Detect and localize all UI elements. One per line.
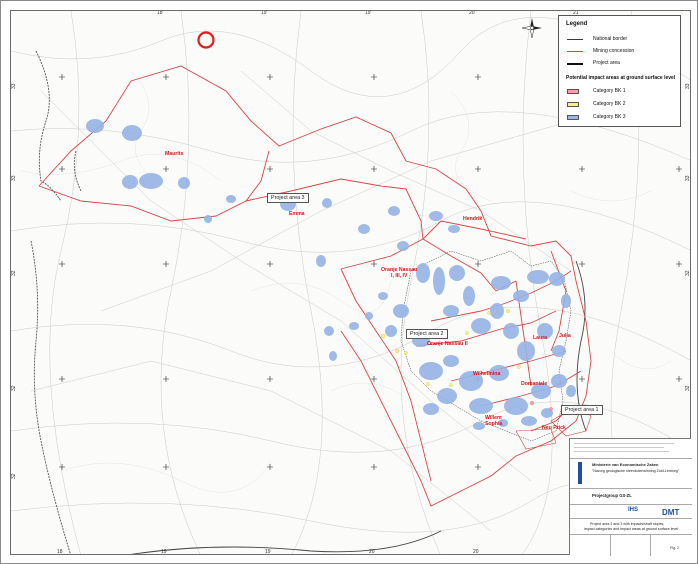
title-block-meta: Fig. 2	[570, 535, 692, 556]
grid-label-left: 32	[11, 385, 17, 391]
drawing-title-line-2: impact categories and impact areas at gr…	[584, 527, 679, 531]
north-arrow-icon	[521, 18, 542, 39]
ihs-logo: IHS	[628, 507, 639, 513]
concession-label-wilhelmina: Wilhelmina	[473, 371, 501, 377]
concession-label-sophia: Sophia	[485, 421, 503, 427]
concession-label-emma: Emma	[289, 211, 305, 217]
project-area-3-label[interactable]: Project area 3	[267, 193, 309, 203]
grid-label-bottom: 19	[161, 549, 167, 555]
legend-item-label: Category BK 1	[593, 88, 626, 94]
map-sheet: 18 19 19 20 21 18 19 19 20 20 33 33 32 3…	[0, 0, 698, 564]
grid-label-left: 32	[11, 270, 17, 276]
grid-label-bottom: 20	[369, 549, 375, 555]
project-area-1-label[interactable]: Project area 1	[561, 405, 603, 415]
ministry-name: Ministerie van Economische Zaken	[592, 462, 659, 467]
legend-subtitle: Potential impact areas at ground surface…	[566, 75, 676, 81]
title-block-notes	[570, 439, 692, 459]
legend-item-label: Mining concession	[593, 48, 635, 54]
national-border-swatch	[567, 39, 583, 40]
concession-label-julia: Julia	[559, 333, 571, 339]
highlight-circle	[197, 31, 215, 49]
legend-item-national-border: National border	[567, 36, 627, 43]
drawing-title-line-1: Project area 2 and 3 with impacts/shaft …	[590, 522, 665, 526]
bk1-swatch	[567, 89, 579, 94]
grid-label-left: 32	[11, 473, 17, 479]
project-area-swatch	[567, 62, 583, 65]
concession-label-domaniale: Domaniale	[521, 381, 548, 387]
legend-item-bk3: Category BK 3	[567, 114, 626, 121]
grid-label-left: 33	[11, 175, 17, 181]
legend-title: Legend	[566, 21, 588, 27]
sheet-number: Fig. 2	[670, 546, 679, 550]
grid-label-bottom: 20	[473, 549, 479, 555]
grid-label-top: 18	[157, 10, 163, 16]
legend-item-label: Project area	[593, 60, 620, 66]
concession-label-oranje-nassau-2: Oranje Nassau II	[427, 341, 468, 347]
grid-label-right: 33	[685, 83, 691, 89]
project-area-2-label[interactable]: Project area 2	[406, 329, 448, 339]
national-border	[30, 50, 82, 554]
map-legend: Legend National border Mining concession…	[558, 15, 681, 127]
legend-item-bk1: Category BK 1	[567, 88, 626, 95]
grid-label-right: 32	[685, 385, 691, 391]
title-block-client: Ministerie van Economische Zaken "Nazorg…	[570, 459, 692, 489]
project-group: Projectgroup GS-ZL	[592, 493, 632, 498]
client-logo-icon	[578, 462, 582, 484]
bk3-swatch	[567, 115, 579, 120]
concession-label-maurits: Maurits	[165, 151, 184, 157]
road-network-fine	[20, 70, 672, 493]
concession-label-laura: Laura	[533, 335, 548, 341]
title-block-title: Project area 2 and 3 with impacts/shaft …	[570, 519, 692, 535]
concession-label-hendrik: Hendrik	[463, 216, 483, 222]
concession-label-oranje-nassau-1b: I, III, IV	[391, 273, 408, 279]
legend-item-bk2: Category BK 2	[567, 101, 626, 108]
legend-item-label: Category BK 3	[593, 114, 626, 120]
title-block-contractor: IHS DMT	[570, 505, 692, 519]
grid-label-top: 19	[365, 10, 371, 16]
grid-label-left: 33	[11, 83, 17, 89]
legend-item-label: National border	[593, 36, 628, 42]
legend-item-mining-concession: Mining concession	[567, 48, 634, 55]
grid-label-right: 33	[685, 175, 691, 181]
legend-item-label: Category BK 2	[593, 101, 626, 107]
legend-item-project-area: Project area	[567, 60, 620, 67]
title-block-group: Projectgroup GS-ZL	[570, 489, 692, 505]
concession-label-neu-prick: Neu Prick	[542, 425, 566, 431]
impact-areas-bk3	[86, 119, 576, 430]
project-name: "Nazorg geologische steenkolenwinning Zu…	[592, 469, 680, 473]
bk2-swatch	[567, 102, 579, 107]
grid-label-top: 19	[261, 10, 267, 16]
mining-concession-swatch	[567, 51, 583, 52]
grid-label-bottom: 18	[57, 549, 63, 555]
dmt-logo: DMT	[662, 508, 680, 517]
title-block: Ministerie van Economische Zaken "Nazorg…	[569, 438, 692, 556]
grid-label-top: 20	[469, 10, 475, 16]
grid-label-bottom: 19	[265, 549, 271, 555]
grid-label-right: 32	[685, 270, 691, 276]
